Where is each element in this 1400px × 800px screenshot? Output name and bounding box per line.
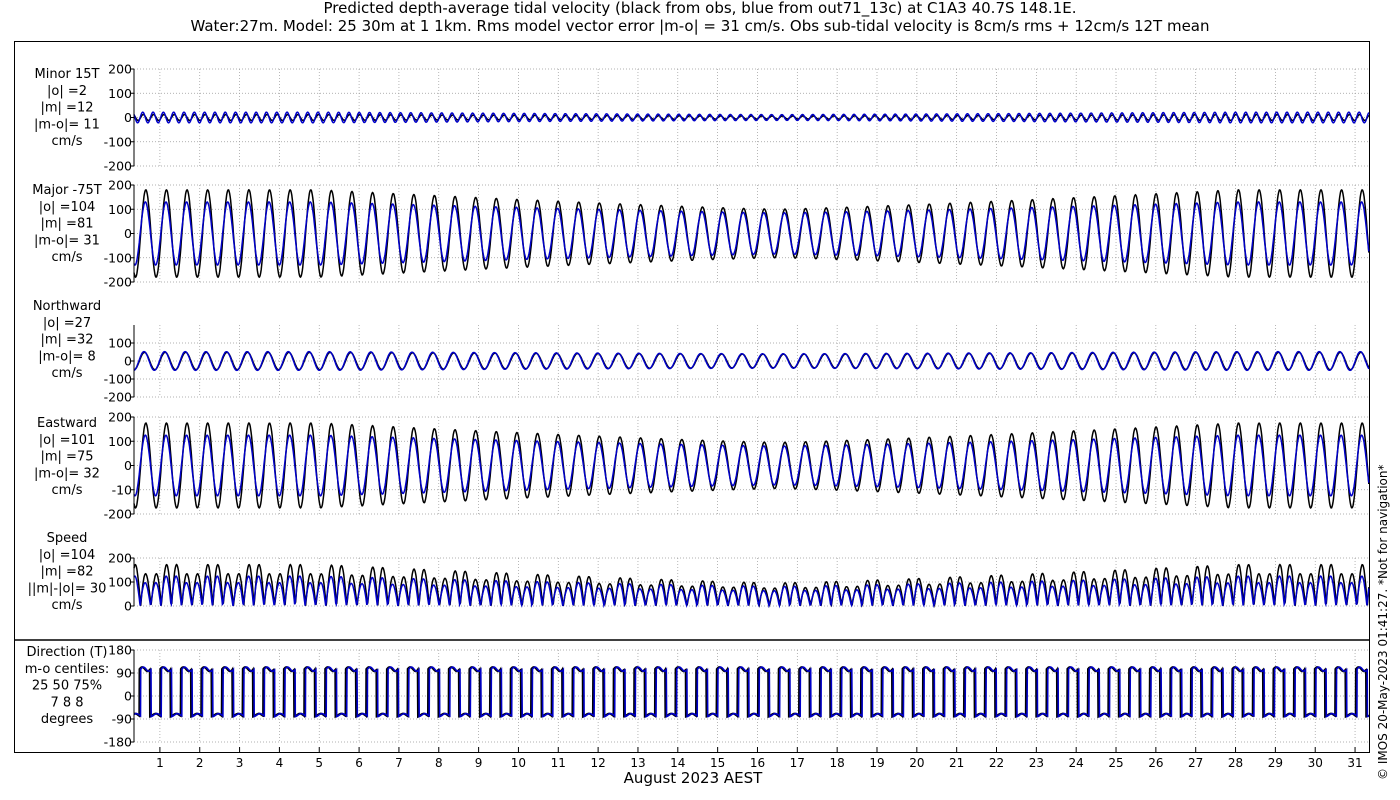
x-tick-label: 27	[1188, 756, 1203, 770]
y-tick-label: 90	[116, 666, 132, 681]
x-tick-label: 9	[475, 756, 483, 770]
y-tick-label: -200	[104, 159, 132, 174]
panel-dir: 180 90 0 -90 -180 Direction (T) m-o centiles: 2…	[25, 643, 1370, 750]
x-tick-label: 10	[511, 756, 526, 770]
y-tick-label: -100	[104, 372, 132, 387]
x-tick-label: 28	[1228, 756, 1243, 770]
y-tick-label: 200	[108, 62, 132, 77]
x-tick-label: 16	[750, 756, 765, 770]
y-tick-label: -100	[104, 134, 132, 149]
panel-east: 200 100 0 -10 -200 Eastward |o| =101 |m| =75 |m-…	[34, 410, 1370, 522]
panel-north: 100 0 -100 -200Northward |o| =27 |m| =32 |m-o|…	[33, 299, 1370, 405]
panel-label-dir: Direction (T) m-o centiles: 25 50 75% 7 8 8…	[25, 645, 110, 727]
copyright-notice: © IMOS 20-May-2023 01:41:27. *Not for na…	[1376, 464, 1390, 781]
x-tick-label: 26	[1148, 756, 1163, 770]
x-tick-label: 19	[869, 756, 884, 770]
y-tick-label: 0	[124, 354, 132, 369]
x-tick-label: 18	[830, 756, 845, 770]
x-tick-label: 17	[790, 756, 805, 770]
x-tick-label: 21	[949, 756, 964, 770]
x-tick-label: 11	[551, 756, 566, 770]
panel-major: 200 100 0 -100 -200Major -75T |o| =104 |m| =81…	[32, 178, 1370, 290]
panel-speed: 200 100 0 Speed |o| =104 |m| =82 ||m|-|o|= 30 c…	[28, 531, 1370, 614]
y-tick-label: 200	[108, 178, 132, 193]
x-tick-label: 4	[276, 756, 284, 770]
panel-label-east: Eastward |o| =101 |m| =75 |m-o|= 32 cm/s	[34, 416, 100, 498]
y-tick-label: -90	[112, 712, 132, 727]
y-tick-label: 180	[108, 643, 132, 658]
x-tick-label: 3	[236, 756, 244, 770]
panel-label-north: Northward |o| =27 |m| =32 |m-o|= 8 cm/s	[33, 299, 101, 381]
panel-label-speed: Speed |o| =104 |m| =82 ||m|-|o|= 30 cm/s	[28, 531, 107, 613]
y-tick-label: 100	[108, 202, 132, 217]
x-tick-label: 7	[395, 756, 403, 770]
y-tick-label: 0	[124, 226, 132, 241]
x-tick-label: 14	[670, 756, 685, 770]
y-tick-label: 200	[108, 551, 132, 566]
y-tick-label: 100	[108, 86, 132, 101]
y-tick-label: 0	[124, 689, 132, 704]
x-tick-label: 20	[909, 756, 924, 770]
x-tick-label: 29	[1268, 756, 1283, 770]
y-tick-label: -180	[104, 735, 132, 750]
x-tick-label: 31	[1347, 756, 1362, 770]
x-axis-label: August 2023 AEST	[624, 769, 763, 787]
x-tick-label: 22	[989, 756, 1004, 770]
x-tick-label: 23	[1029, 756, 1044, 770]
x-tick-label: 8	[435, 756, 443, 770]
x-tick-label: 24	[1069, 756, 1084, 770]
x-tick-label: 5	[315, 756, 323, 770]
x-tick-label: 15	[710, 756, 725, 770]
y-tick-label: 200	[108, 410, 132, 425]
x-tick-label: 25	[1108, 756, 1123, 770]
x-tick-label: 13	[630, 756, 645, 770]
y-tick-label: -100	[104, 250, 132, 265]
x-tick-label: 1	[156, 756, 164, 770]
x-tick-label: 12	[590, 756, 605, 770]
y-tick-label: -200	[104, 275, 132, 290]
y-tick-label: 100	[108, 434, 132, 449]
panel-label-minor: Minor 15T |o| =2 |m| =12 |m-o|= 11 cm/s	[34, 67, 100, 149]
panel-minor: 200 100 0 -100 -200 Minor 15T |o| =2 |m| =12 |m-…	[34, 62, 1370, 174]
y-tick-label: 0	[124, 110, 132, 125]
y-tick-label: 0	[124, 458, 132, 473]
y-tick-label: 100	[108, 575, 132, 590]
y-tick-label: 100	[108, 336, 132, 351]
y-tick-label: -200	[104, 507, 132, 522]
panel-label-major: Major -75T |o| =104 |m| =81 |m-o|= 31 cm/s	[32, 183, 101, 265]
y-tick-label: 0	[124, 599, 132, 614]
x-tick-label: 6	[355, 756, 363, 770]
y-tick-label: -10	[112, 482, 132, 497]
x-tick-label: 30	[1308, 756, 1323, 770]
tidal-velocity-chart: 2001000-100-200Minor 15T |o| =2 |m| =12 |m-…	[14, 41, 1370, 787]
y-tick-label: -200	[104, 390, 132, 405]
x-tick-label: 2	[196, 756, 204, 770]
